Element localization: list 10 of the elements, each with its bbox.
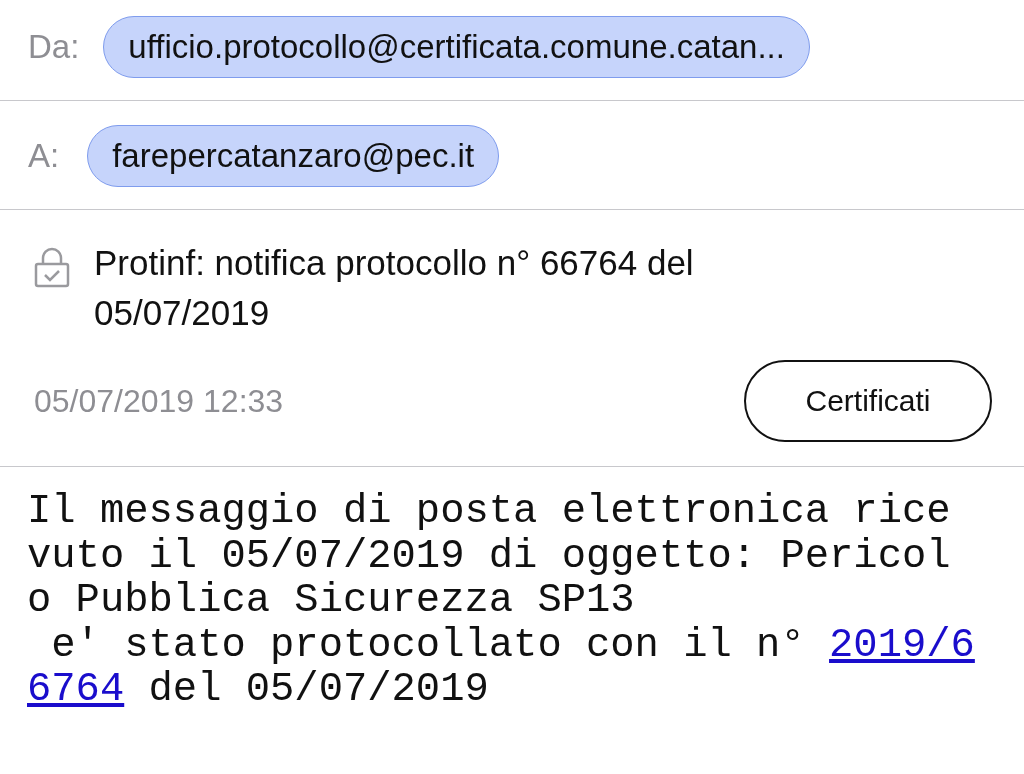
certificates-button[interactable]: Certificati	[744, 360, 992, 442]
email-body: Il messaggio di posta elettronica rice vuto il 05/07/2019 di oggetto: Pericol o Pubblica Sicurezza SP13 e' stato protocollato con il n° 2019/6 6764 del 05/07/2019	[26, 487, 976, 712]
sender-address[interactable]: ufficio.protocollo@certificata.comune.catan...	[103, 16, 810, 78]
from-label: Da:	[28, 28, 80, 66]
protocol-link[interactable]: 6764	[27, 666, 125, 712]
recipient-address[interactable]: farepercatanzaro@pec.it	[87, 125, 500, 187]
email-subject: Protinf: notifica protocollo n° 66764 del 05/07/2019	[94, 242, 695, 334]
to-label: A:	[28, 137, 60, 175]
email-date: 05/07/2019 12:33	[34, 382, 284, 420]
protocol-link[interactable]: 2019/6	[829, 621, 975, 668]
